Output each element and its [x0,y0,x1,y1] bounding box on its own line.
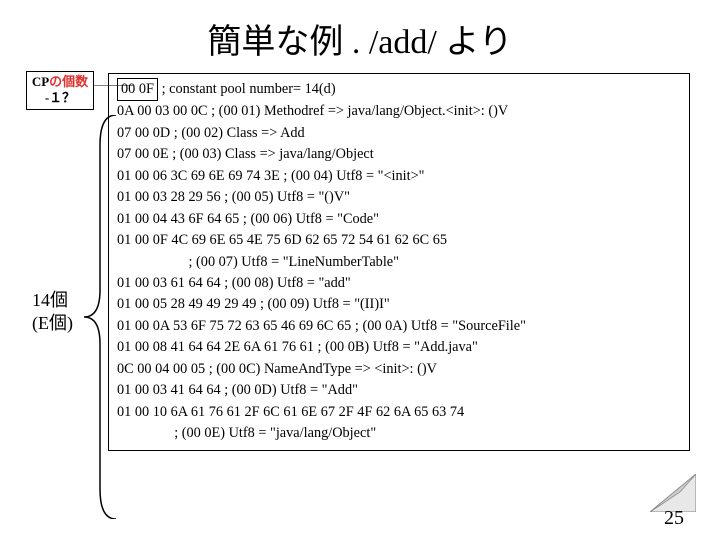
brace-count-label: 14個 (E個) [32,289,73,336]
line: 01 00 04 43 6F 64 65 ; (00 06) Utf8 = "C… [117,209,681,230]
line: 01 00 03 61 64 64 ; (00 08) Utf8 = "add" [117,273,681,294]
line: 01 00 0A 53 6F 75 72 63 65 46 69 6C 65 ;… [117,316,681,337]
line: 01 00 06 3C 69 6E 69 74 3E ; (00 04) Utf… [117,166,681,187]
brace-line2: (E個) [32,313,73,333]
line: 07 00 0E ; (00 03) Class => java/lang/Ob… [117,144,681,165]
hex-dump-box: 00 0F ; constant pool number= 14(d) 0A 0… [108,73,690,451]
constant-pool-bytes: 00 0F [117,78,158,101]
line: 01 00 08 41 64 64 2E 6A 61 76 61 ; (00 0… [117,337,681,358]
line: ; (00 07) Utf8 = "LineNumberTable" [117,252,681,273]
cp-label-pre: CP [32,74,49,89]
slide-title: 簡単な例 . /add/ より [30,14,690,63]
line: 0C 00 04 00 05 ; (00 0C) NameAndType => … [117,359,681,380]
cp-label-line2: -１？ [45,90,75,105]
line: 01 00 10 6A 61 76 61 2F 6C 61 6E 67 2F 4… [117,402,681,423]
line: 01 00 03 41 64 64 ; (00 0D) Utf8 = "Add" [117,380,681,401]
page-number: 25 [664,507,684,530]
line: 0A 00 03 00 0C ; (00 01) Methodref => ja… [117,101,681,122]
line: ; (00 0E) Utf8 = "java/lang/Object" [117,423,681,444]
first-line: 00 0F ; constant pool number= 14(d) [117,78,681,101]
line: 07 00 0D ; (00 02) Class => Add [117,123,681,144]
brace-line1: 14個 [32,290,68,310]
cp-count-callout: CPの個数 -１？ [26,71,94,110]
line: 01 00 03 28 29 56 ; (00 05) Utf8 = "()V" [117,187,681,208]
line: 01 00 0F 4C 69 6E 65 4E 75 6D 62 65 72 5… [117,230,681,251]
first-line-tail: ; constant pool number= 14(d) [162,81,336,97]
cp-label-highlight: の個数 [49,74,88,89]
line: 01 00 05 28 49 49 29 49 ; (00 09) Utf8 =… [117,294,681,315]
